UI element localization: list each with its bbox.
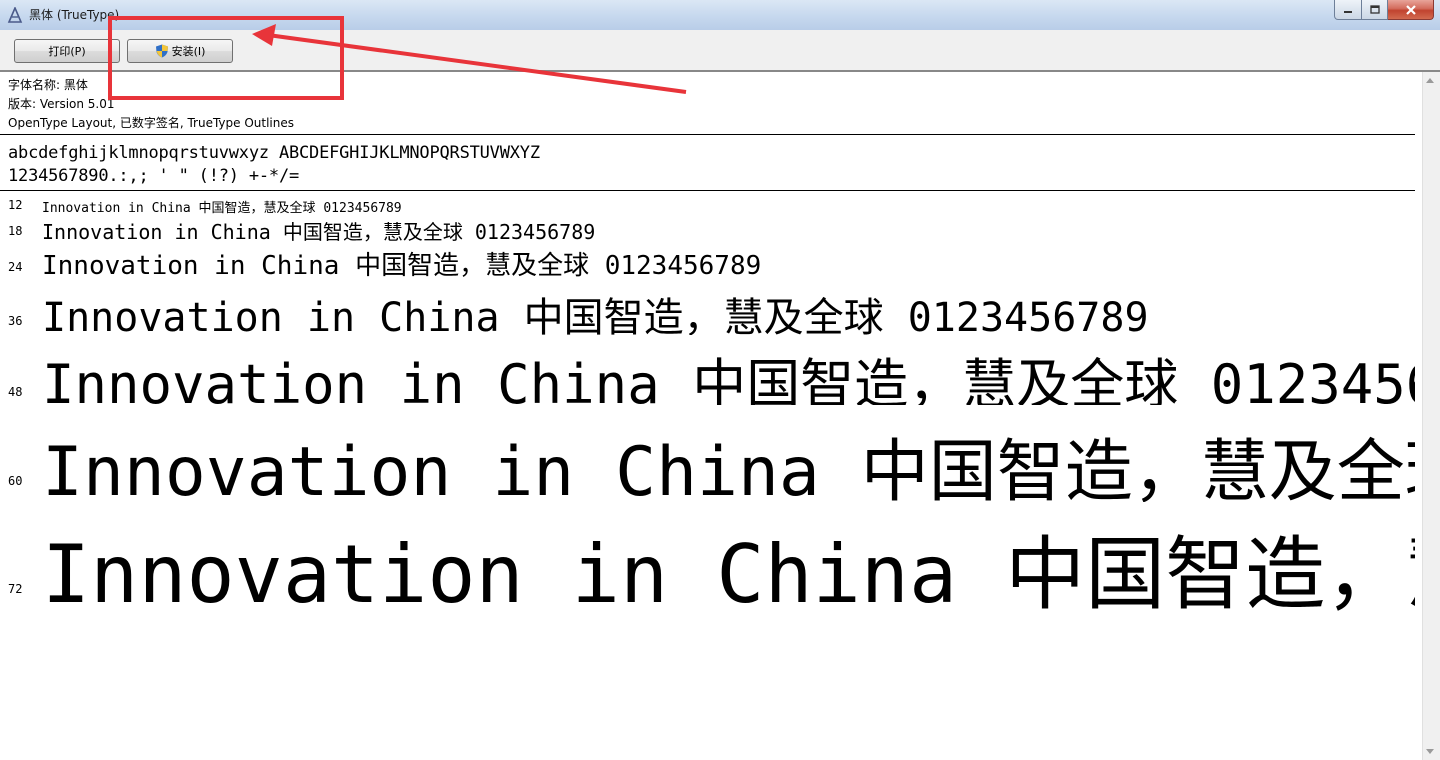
sample-size-label: 12 (8, 198, 23, 212)
sample-row-48: 48 Innovation in China 中国智造，慧及全球 0123456… (0, 335, 1415, 405)
sample-row-12: 12 Innovation in China 中国智造，慧及全球 0123456… (0, 196, 1415, 216)
sample-size-label: 72 (8, 582, 23, 596)
sample-size-label: 48 (8, 385, 23, 399)
divider (0, 134, 1415, 135)
close-button[interactable] (1388, 0, 1434, 20)
sample-row-18: 18 Innovation in China 中国智造，慧及全球 0123456… (0, 215, 1415, 243)
minimize-icon (1344, 10, 1352, 13)
font-features-line: OpenType Layout, 已数字签名, TrueType Outline… (8, 116, 295, 130)
title-bar[interactable]: 黑体 (TrueType) (0, 0, 1440, 30)
maximize-icon (1369, 5, 1380, 14)
sample-size-label: 24 (8, 260, 23, 274)
uac-shield-icon (155, 44, 168, 58)
font-file-icon (7, 7, 23, 23)
vertical-scrollbar[interactable] (1422, 72, 1440, 760)
sample-text: Innovation in China 中国智造，慧及全球 0123456789 (42, 220, 596, 243)
maximize-button[interactable] (1362, 0, 1388, 20)
sample-text: Innovation in China 中国智造，慧及全球 0123456789 (42, 201, 402, 216)
toolbar: 打印(P) 安装(I) (0, 30, 1440, 72)
print-button[interactable]: 打印(P) (14, 39, 120, 63)
scroll-up-icon[interactable] (1426, 78, 1434, 83)
install-button-label: 安装(I) (171, 45, 206, 58)
font-version-line: 版本: Version 5.01 (8, 97, 115, 111)
charset-digits: 1234567890.:,; ' " (!?) +-*/= (8, 166, 300, 186)
font-preview-area[interactable]: 字体名称: 黑体 版本: Version 5.01 OpenType Layou… (0, 72, 1422, 760)
charset-letters: abcdefghijklmnopqrstuvwxyz ABCDEFGHIJKLM… (8, 143, 540, 163)
sample-row-60: 60 Innovation in China 中国智造，慧及全球 0123456… (0, 412, 1415, 502)
sample-text: Innovation in China 中国智造，慧及全球 0123456789 (42, 353, 1415, 405)
font-name-line: 字体名称: 黑体 (8, 78, 88, 92)
close-icon (1405, 4, 1416, 15)
sample-size-label: 60 (8, 474, 23, 488)
sample-row-72: 72 Innovation in China 中国智造，慧及全球 0123456… (0, 504, 1415, 614)
window-title: 黑体 (TrueType) (29, 8, 120, 22)
sample-size-label: 18 (8, 224, 23, 238)
sample-text: Innovation in China 中国智造，慧及全球 0123456789 (42, 528, 1415, 614)
scroll-down-icon[interactable] (1426, 749, 1434, 754)
sample-text: Innovation in China 中国智造，慧及全球 0123456789 (42, 251, 762, 281)
sample-row-36: 36 Innovation in China 中国智造，慧及全球 0123456… (0, 283, 1415, 335)
sample-size-label: 36 (8, 314, 23, 328)
install-button[interactable]: 安装(I) (127, 39, 233, 63)
sample-text: Innovation in China 中国智造，慧及全球 0123456789 (42, 295, 1149, 335)
sample-text: Innovation in China 中国智造，慧及全球 0123456789 (42, 433, 1415, 502)
window-controls (1334, 0, 1434, 20)
print-button-label: 打印(P) (48, 45, 86, 58)
sample-row-24: 24 Innovation in China 中国智造，慧及全球 0123456… (0, 243, 1415, 283)
divider (0, 190, 1415, 191)
minimize-button[interactable] (1334, 0, 1362, 20)
